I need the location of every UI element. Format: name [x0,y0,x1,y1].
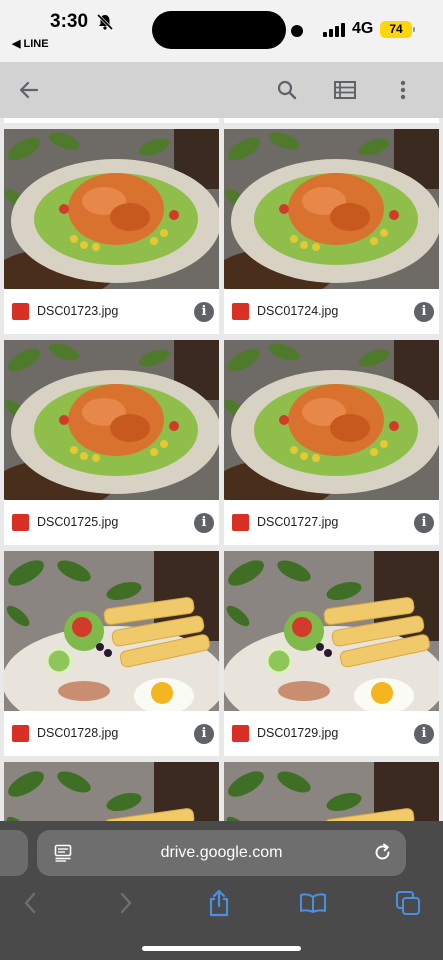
share-icon [209,889,229,917]
dynamic-island [152,11,286,49]
image-thumbnail[interactable] [4,762,219,821]
image-file-icon [232,725,249,742]
reload-icon[interactable] [373,843,392,862]
image-file-icon [12,303,29,320]
network-type: 4G [352,20,374,37]
file-card[interactable]: DSC01723.jpg i [4,129,219,334]
info-button[interactable]: i [194,724,214,744]
address-bar[interactable]: drive.google.com [37,830,406,876]
drive-toolbar [0,62,443,118]
info-button[interactable]: i [194,302,214,322]
image-thumbnail[interactable] [224,551,439,711]
list-view-icon [334,81,356,99]
file-card-partial[interactable] [4,762,219,821]
file-caption: DSC01723.jpg i [4,289,219,334]
file-card[interactable]: DSC01728.jpg i [4,551,219,756]
back-nav-button[interactable] [14,887,46,919]
file-name[interactable]: DSC01728.jpg [37,726,118,740]
search-icon [277,80,297,100]
file-name[interactable]: DSC01727.jpg [257,515,338,529]
forward-nav-button[interactable] [110,887,142,919]
tabs-button[interactable] [392,887,424,919]
info-button[interactable]: i [414,302,434,322]
image-file-icon [232,303,249,320]
file-name[interactable]: DSC01729.jpg [257,726,338,740]
image-thumbnail[interactable] [4,551,219,711]
bell-muted-icon [96,13,114,31]
file-caption: DSC01725.jpg i [4,500,219,545]
chevron-right-icon [120,892,132,914]
status-bar: 3:30 ◀ LINE 4G 74 [0,0,443,62]
file-name[interactable]: DSC01723.jpg [37,304,118,318]
file-card-partial[interactable] [224,762,439,821]
file-caption: DSC01724.jpg i [224,289,439,334]
file-card-partial[interactable] [224,118,439,123]
file-card-partial[interactable] [4,118,219,123]
image-file-icon [12,725,29,742]
file-card[interactable]: DSC01724.jpg i [224,129,439,334]
file-card[interactable]: DSC01725.jpg i [4,340,219,545]
back-button[interactable] [15,76,43,104]
bookmarks-button[interactable] [297,887,329,919]
previous-tab-peek[interactable] [0,830,28,876]
status-time: 3:30 [50,11,89,32]
file-name[interactable]: DSC01724.jpg [257,304,338,318]
image-thumbnail[interactable] [4,129,219,289]
file-card[interactable]: DSC01727.jpg i [224,340,439,545]
share-button[interactable] [203,887,235,919]
file-caption: DSC01729.jpg i [224,711,439,756]
image-thumbnail[interactable] [224,340,439,500]
more-options-button[interactable] [389,76,417,104]
list-view-button[interactable] [331,76,359,104]
arrow-left-icon [19,81,39,99]
file-grid: DSC01723.jpg i DSC01724.jpg i DSC01725.j… [0,118,443,821]
image-thumbnail[interactable] [224,762,439,821]
info-button[interactable]: i [194,513,214,533]
chevron-left-icon [24,892,36,914]
cellular-signal-icon [323,23,345,37]
back-to-app-link[interactable]: ◀ LINE [12,37,49,50]
home-indicator [142,946,301,951]
image-file-icon [12,514,29,531]
image-thumbnail[interactable] [224,129,439,289]
url-text[interactable]: drive.google.com [37,844,406,862]
book-icon [300,893,326,913]
info-button[interactable]: i [414,513,434,533]
battery-indicator: 74 [380,21,415,38]
tabs-icon [396,891,420,915]
browser-bottom-bar: drive.google.com [0,821,443,960]
info-button[interactable]: i [414,724,434,744]
file-caption: DSC01728.jpg i [4,711,219,756]
image-thumbnail[interactable] [4,340,219,500]
search-button[interactable] [273,76,301,104]
image-file-icon [232,514,249,531]
file-caption: DSC01727.jpg i [224,500,439,545]
file-name[interactable]: DSC01725.jpg [37,515,118,529]
camera-indicator [291,25,303,37]
file-card[interactable]: DSC01729.jpg i [224,551,439,756]
more-vert-icon [400,80,406,100]
